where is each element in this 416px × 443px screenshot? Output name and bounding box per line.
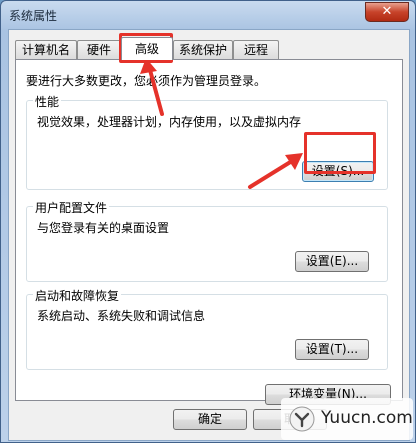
startup-recovery-group: 启动和故障恢复 系统启动、系统失败和调试信息 设置(T)... <box>26 287 388 370</box>
user-profiles-description: 与您登录有关的桌面设置 <box>37 221 170 235</box>
dialog-client-area: 计算机名 硬件 高级 系统保护 远程 要进行大多数更改，您必须作为管理员登录。 … <box>8 29 410 441</box>
close-button[interactable]: ✕ <box>365 2 409 22</box>
user-profiles-settings-button[interactable]: 设置(E)... <box>295 251 369 272</box>
performance-group: 性能 视觉效果，处理器计划，内存使用，以及虚拟内存 设置(S)... <box>26 93 388 190</box>
site-watermark: Yuucn.com <box>281 398 413 440</box>
watermark-logo-icon <box>289 406 315 432</box>
startup-recovery-settings-button[interactable]: 设置(T)... <box>295 339 369 360</box>
startup-recovery-description: 系统启动、系统失败和调试信息 <box>37 309 206 323</box>
title-bar[interactable]: 系统属性 ✕ <box>1 1 415 27</box>
watermark-text: Yuucn.com <box>321 408 413 428</box>
advanced-tab-panel: 要进行大多数更改，您必须作为管理员登录。 性能 视觉效果，处理器计划，内存使用，… <box>15 59 403 405</box>
tab-hardware[interactable]: 硬件 <box>77 40 121 59</box>
tab-remote[interactable]: 远程 <box>233 40 279 59</box>
system-properties-window: 系统属性 ✕ 计算机名 硬件 高级 系统保护 远程 要进行大多数更改，您必须作为… <box>0 0 416 443</box>
admin-notice: 要进行大多数更改，您必须作为管理员登录。 <box>26 74 267 88</box>
startup-recovery-group-title: 启动和故障恢复 <box>33 287 122 304</box>
tab-system-protection[interactable]: 系统保护 <box>173 40 233 59</box>
tab-advanced[interactable]: 高级 <box>121 37 173 60</box>
tab-computer-name[interactable]: 计算机名 <box>15 40 77 59</box>
user-profiles-group-title: 用户配置文件 <box>33 199 110 216</box>
window-title: 系统属性 <box>9 9 58 23</box>
performance-settings-button[interactable]: 设置(S)... <box>302 161 374 182</box>
ok-button[interactable]: 确定 <box>173 409 247 430</box>
performance-group-title: 性能 <box>33 93 62 110</box>
user-profiles-group: 用户配置文件 与您登录有关的桌面设置 设置(E)... <box>26 199 388 282</box>
performance-description: 视觉效果，处理器计划，内存使用，以及虚拟内存 <box>37 115 302 129</box>
